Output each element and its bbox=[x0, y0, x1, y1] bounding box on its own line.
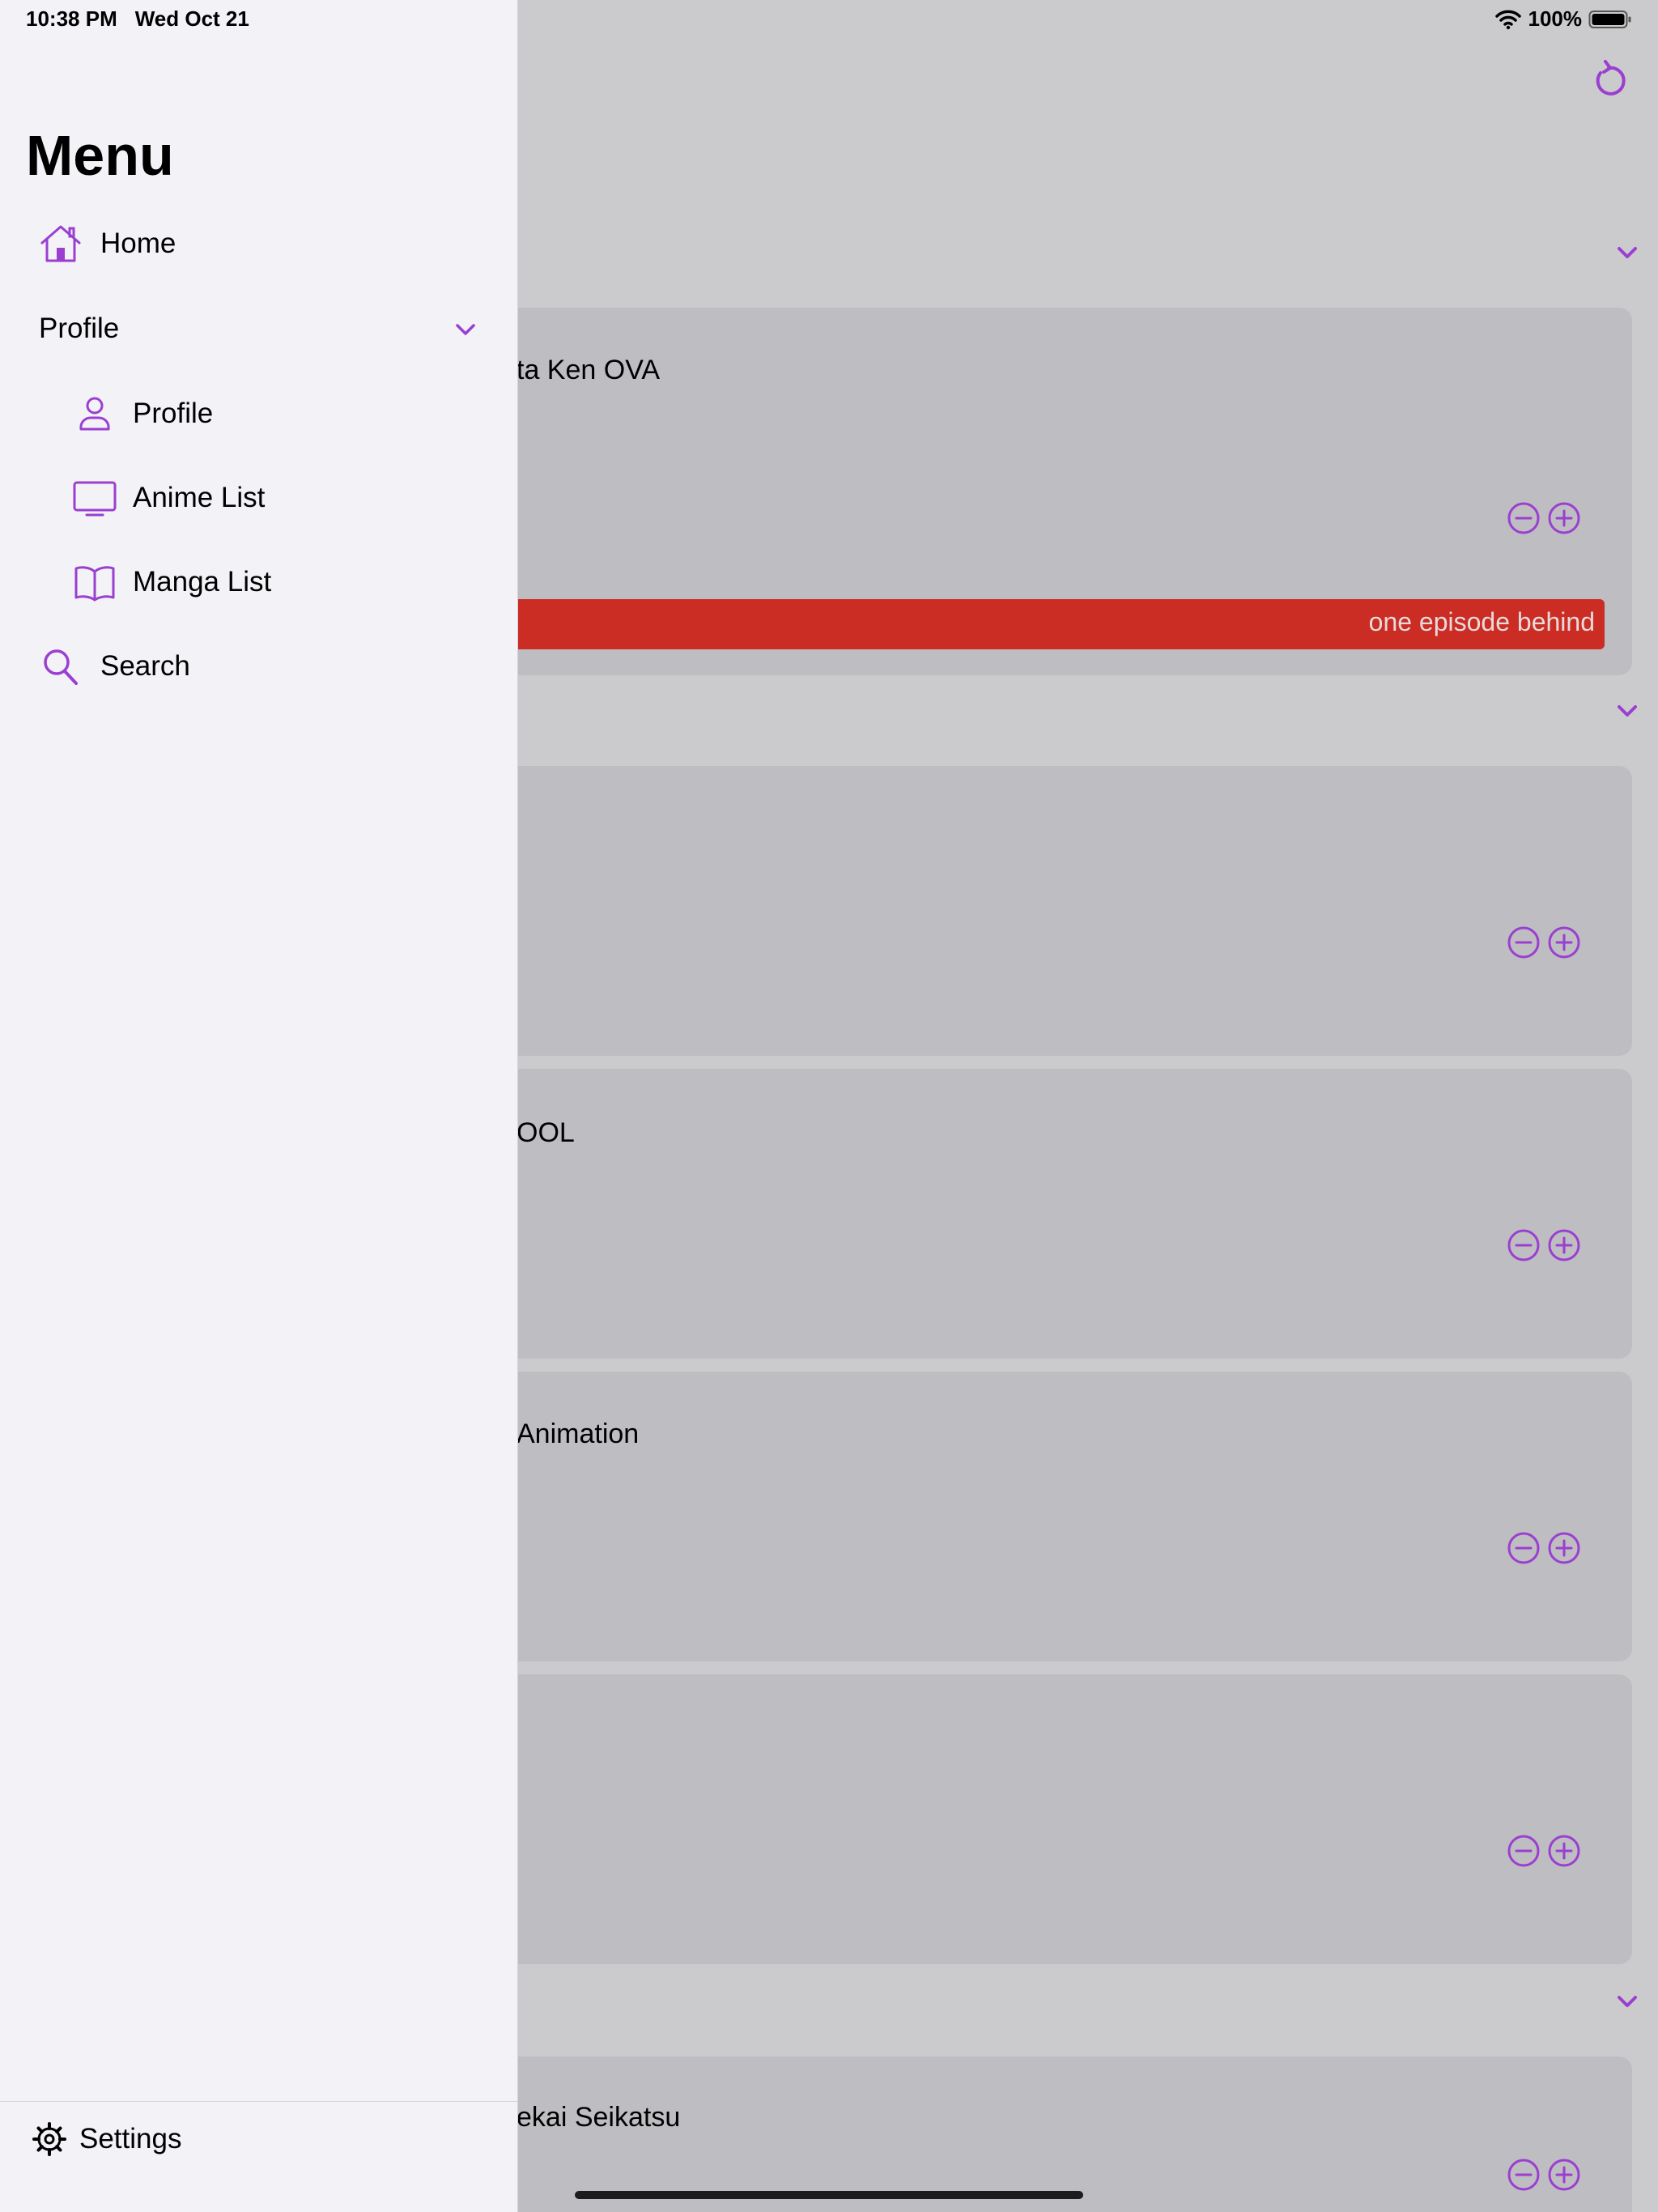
minus-circle-icon[interactable] bbox=[1506, 1227, 1541, 1263]
menu-group-profile[interactable]: Profile bbox=[39, 313, 486, 345]
battery-percent: 100% bbox=[1528, 6, 1583, 31]
section-chevron-down-icon[interactable] bbox=[1613, 1987, 1642, 2016]
menu-item-profile[interactable]: Profile bbox=[73, 393, 213, 434]
menu-item-settings[interactable]: Settings bbox=[32, 2122, 181, 2156]
refresh-icon[interactable] bbox=[1588, 58, 1629, 99]
anime-title: OOL bbox=[517, 1117, 575, 1148]
minus-circle-icon[interactable] bbox=[1506, 500, 1541, 536]
plus-circle-icon[interactable] bbox=[1546, 1227, 1582, 1263]
menu-item-label: Manga List bbox=[133, 566, 272, 598]
anime-title: ekai Seikatsu bbox=[517, 2102, 681, 2133]
menu-item-label: Anime List bbox=[133, 482, 266, 513]
plus-circle-icon[interactable] bbox=[1546, 500, 1582, 536]
status-date: Wed Oct 21 bbox=[134, 6, 249, 31]
person-icon bbox=[79, 397, 110, 431]
plus-circle-icon[interactable] bbox=[1546, 1530, 1582, 1566]
section-chevron-down-icon[interactable] bbox=[1613, 696, 1642, 725]
anime-title: Animation bbox=[517, 1419, 640, 1449]
minus-circle-icon[interactable] bbox=[1506, 2157, 1541, 2193]
menu-item-anime-list[interactable]: Anime List bbox=[73, 478, 265, 518]
minus-circle-icon[interactable] bbox=[1506, 925, 1541, 960]
section-chevron-down-icon[interactable] bbox=[1613, 238, 1642, 267]
episode-stepper bbox=[1506, 2157, 1582, 2193]
plus-circle-icon[interactable] bbox=[1546, 925, 1582, 960]
menu-item-label: Search bbox=[100, 650, 190, 682]
wifi-icon bbox=[1494, 10, 1521, 29]
episode-stepper bbox=[1506, 925, 1582, 960]
episode-stepper bbox=[1506, 1227, 1582, 1263]
episode-stepper bbox=[1506, 1530, 1582, 1566]
chevron-down-icon bbox=[456, 324, 475, 335]
minus-circle-icon[interactable] bbox=[1506, 1833, 1541, 1869]
episode-stepper bbox=[1506, 500, 1582, 536]
status-time: 10:38 PM bbox=[26, 6, 117, 31]
tv-icon bbox=[73, 481, 117, 517]
house-icon bbox=[40, 225, 81, 262]
status-bar-left: 10:38 PM Wed Oct 21 bbox=[26, 6, 249, 32]
menu-item-label: Settings bbox=[79, 2123, 182, 2155]
menu-item-manga-list[interactable]: Manga List bbox=[73, 562, 271, 602]
anime-title: ta Ken OVA bbox=[517, 355, 661, 385]
minus-circle-icon[interactable] bbox=[1506, 1530, 1541, 1566]
magnifier-icon bbox=[44, 649, 78, 685]
home-indicator[interactable] bbox=[575, 2191, 1083, 2199]
side-menu: Menu Home Profile Profile Anime List Man… bbox=[0, 0, 518, 2212]
plus-circle-icon[interactable] bbox=[1546, 2157, 1582, 2193]
menu-group-label: Profile bbox=[39, 313, 120, 344]
plus-circle-icon[interactable] bbox=[1546, 1833, 1582, 1869]
menu-item-label: Home bbox=[100, 228, 176, 259]
battery-icon bbox=[1588, 10, 1631, 28]
status-bar-right: 100% bbox=[1494, 6, 1633, 32]
episode-stepper bbox=[1506, 1833, 1582, 1869]
behind-status-text: one episode behind bbox=[1368, 607, 1595, 636]
book-icon bbox=[74, 566, 115, 602]
menu-title: Menu bbox=[26, 124, 174, 187]
menu-item-home[interactable]: Home bbox=[39, 223, 176, 264]
menu-item-search[interactable]: Search bbox=[39, 646, 190, 687]
menu-item-label: Profile bbox=[133, 398, 214, 429]
menu-divider bbox=[0, 2101, 518, 2102]
gear-icon bbox=[32, 2122, 66, 2156]
